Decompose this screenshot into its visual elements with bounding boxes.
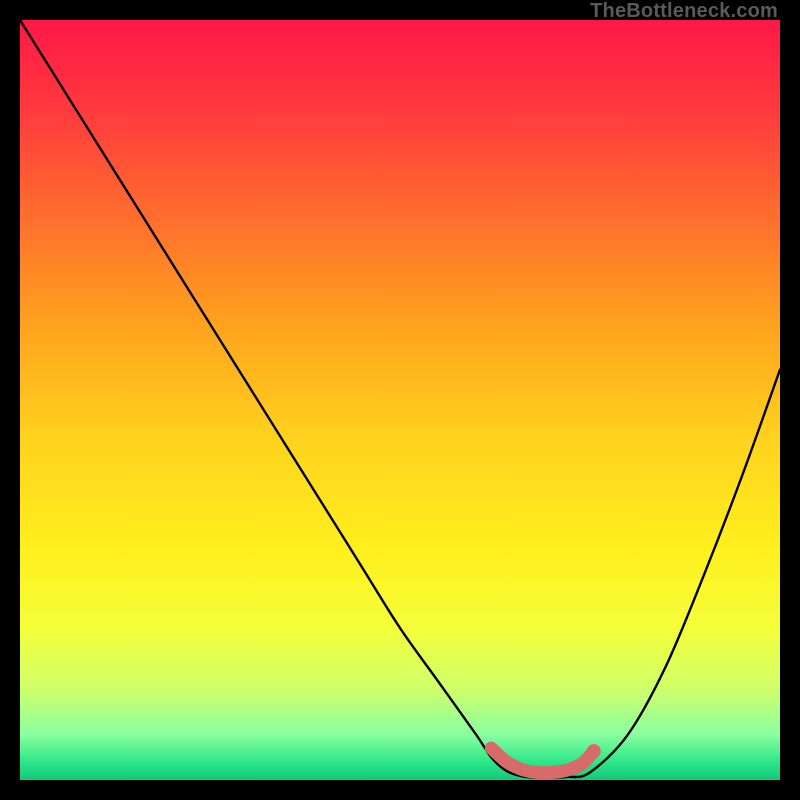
chart-frame: [20, 20, 780, 780]
chart-svg: [20, 20, 780, 780]
watermark-text: TheBottleneck.com: [590, 0, 778, 23]
optimal-end-dot: [587, 744, 601, 758]
